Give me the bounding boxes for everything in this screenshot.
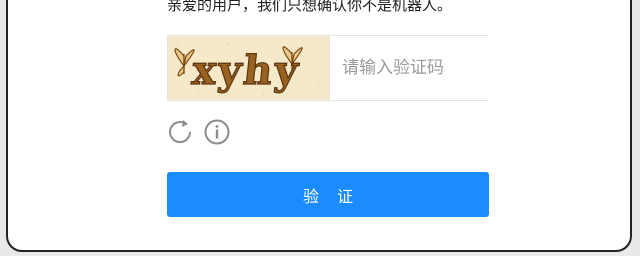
captcha-code-text: xyhy xyxy=(190,47,302,94)
captcha-graphic: xyhy xyxy=(168,36,329,100)
captcha-box: xyhy xyxy=(167,35,561,101)
captcha-dialog: 亲爱的用户，我们只想确认你不是机器人。 xyhy 请输入验证码 验证 xyxy=(6,0,632,252)
prompt-text: 亲爱的用户，我们只想确认你不是机器人。 xyxy=(167,0,453,14)
verify-button[interactable]: 验证 xyxy=(167,172,489,217)
captcha-image[interactable]: xyhy xyxy=(168,36,330,100)
refresh-icon[interactable] xyxy=(165,117,195,147)
captcha-input[interactable] xyxy=(330,36,561,100)
info-icon[interactable] xyxy=(202,117,232,147)
